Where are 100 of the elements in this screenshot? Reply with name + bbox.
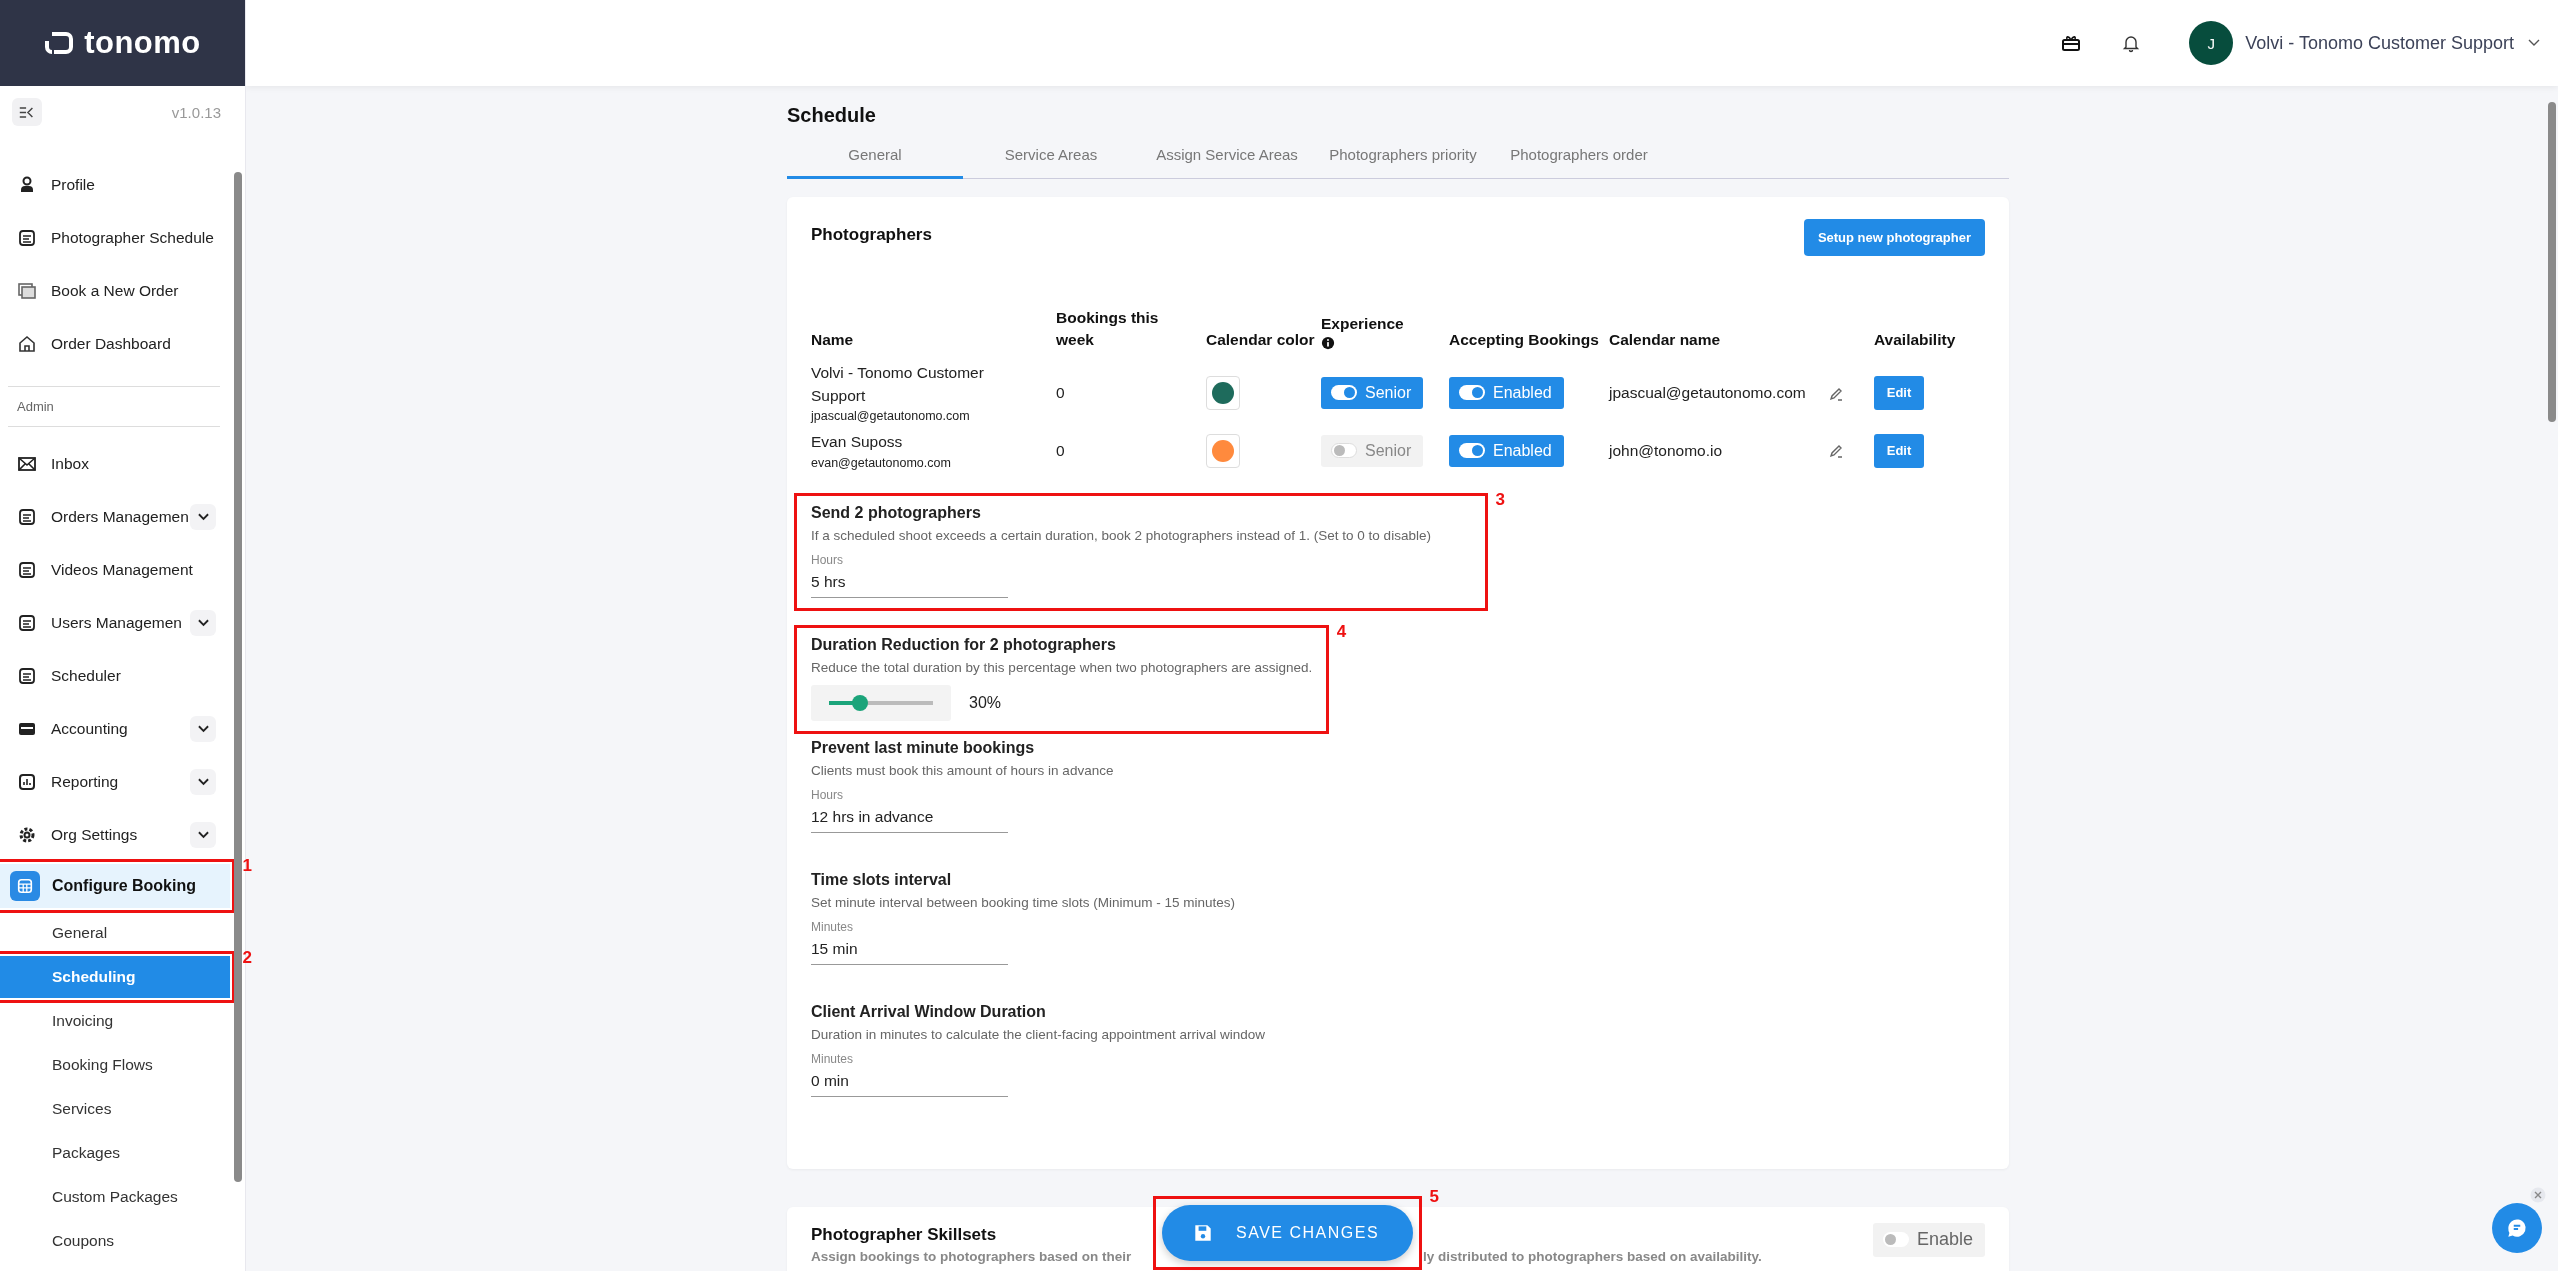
sidebar-item[interactable]: Inbox: [0, 437, 230, 490]
setting-description: ly distributed to photographers based on availability.: [1423, 1248, 1762, 1264]
calendar-icon: [10, 871, 40, 901]
sidebar-subitem[interactable]: Packages: [0, 1131, 230, 1175]
section-title: Photographer Skillsets: [811, 1224, 997, 1245]
sidebar-subitem[interactable]: Services: [0, 1087, 230, 1131]
scrollbar[interactable]: [234, 172, 242, 1182]
edit-button[interactable]: Edit: [1874, 433, 1924, 468]
expand-button[interactable]: [190, 609, 216, 636]
edit-button[interactable]: Edit: [1874, 375, 1924, 410]
tab[interactable]: Photographers order: [1491, 133, 1667, 179]
house-icon: [17, 333, 37, 354]
setting-description: Reduce the total duration by this percentage when two photographers are assigned.: [811, 659, 1313, 675]
photographer-name: Volvi - Tonomo Customer Support: [811, 363, 985, 406]
experience-toggle[interactable]: Senior: [1321, 376, 1424, 409]
setting-description: Clients must book this amount of hours in advance: [811, 762, 1114, 778]
sidebar-item[interactable]: Org Settings: [0, 808, 230, 861]
sidebar-item[interactable]: Orders Managemen: [0, 490, 230, 543]
sidebar-subitem[interactable]: Coupons: [0, 1219, 230, 1263]
annotation-number: 2: [242, 948, 252, 968]
column-header: Bookings this week: [1056, 308, 1160, 350]
sidebar-subitem[interactable]: General: [0, 911, 230, 955]
photographer-name: Evan Suposs: [811, 432, 904, 453]
pencil-icon[interactable]: [1828, 385, 1844, 402]
accepting-toggle[interactable]: Enabled: [1449, 434, 1564, 467]
input-field[interactable]: Minutes 0 min: [811, 1051, 1008, 1097]
color-picker[interactable]: [1206, 375, 1240, 410]
input-field[interactable]: Hours 5 hrs: [811, 552, 1008, 598]
chevron-icon: [197, 777, 209, 786]
expand-button[interactable]: [190, 503, 216, 530]
column-header: Calendar color: [1206, 329, 1315, 350]
tab[interactable]: General: [787, 133, 963, 179]
chevron-icon: [197, 724, 209, 733]
chat-button[interactable]: [2492, 1203, 2542, 1253]
annotation-number: 5: [1429, 1187, 1440, 1207]
expand-button[interactable]: [190, 768, 216, 795]
setup-photographer-button[interactable]: Setup new photographer: [1803, 219, 1985, 256]
sidebar-item[interactable]: Profile: [0, 158, 230, 211]
table-cell-text: jpascual@getautonomo.com: [1609, 383, 1807, 402]
annotation-number: 4: [1336, 621, 1347, 642]
setting-title: Prevent last minute bookings: [811, 738, 1036, 757]
sidebar-item[interactable]: Configure Booking: [0, 864, 230, 908]
table-cell-text: john@tonomo.io: [1609, 441, 1724, 460]
collapse-sidebar-button[interactable]: [12, 98, 42, 126]
table-cell: 0: [1056, 441, 1065, 459]
schedule-icon: [17, 227, 37, 248]
photographer-email: jpascual@getautonomo.com: [811, 409, 971, 424]
tab[interactable]: Photographers priority: [1315, 133, 1491, 179]
scrollbar[interactable]: [2548, 102, 2556, 422]
logo-icon: [44, 31, 75, 55]
color-picker[interactable]: [1206, 433, 1240, 468]
input-field[interactable]: Hours 12 hrs in advance: [811, 787, 1008, 833]
setting-title: Duration Reduction for 2 photographers: [811, 635, 1117, 654]
schedule-icon: [17, 665, 37, 686]
setting-title: Send 2 photographers: [811, 503, 982, 522]
sidebar-subitem[interactable]: Custom Packages: [0, 1175, 230, 1219]
sidebar-item[interactable]: Photographer Schedule: [0, 211, 230, 264]
gift-icon[interactable]: [2061, 33, 2082, 53]
accepting-toggle[interactable]: Enabled: [1449, 376, 1564, 409]
sidebar-item[interactable]: Accounting: [0, 702, 230, 755]
expand-button[interactable]: [190, 715, 216, 742]
slider-value: 30%: [969, 693, 1002, 712]
setting-description: Duration in minutes to calculate the client-facing appointment arrival window: [811, 1026, 1265, 1042]
setting-description: Assign bookings to photographers based on their: [811, 1248, 1133, 1264]
sidebar-subitem[interactable]: Invoicing: [0, 999, 230, 1043]
expand-button[interactable]: [190, 821, 216, 848]
input-field[interactable]: Minutes 15 min: [811, 919, 1008, 965]
sidebar-item[interactable]: Book a New Order: [0, 264, 230, 317]
setting-description: Set minute interval between booking time slots (Minimum - 15 minutes): [811, 894, 1235, 910]
column-header: Accepting Bookings: [1449, 329, 1599, 350]
close-icon[interactable]: [2530, 1187, 2546, 1203]
setting-title: Client Arrival Window Duration: [811, 1002, 1047, 1021]
column-header: Experience: [1321, 313, 1404, 334]
sidebar-item[interactable]: Reporting: [0, 755, 230, 808]
page-title: Schedule: [787, 104, 877, 127]
enable-toggle[interactable]: Enable: [1872, 1222, 1985, 1257]
collapse-icon: [18, 105, 36, 119]
picture-icon: [17, 280, 37, 301]
caret-icon[interactable]: [2528, 39, 2540, 47]
info-icon[interactable]: [1321, 336, 1335, 351]
user-avatar[interactable]: J: [2189, 21, 2234, 65]
chevron-icon: [197, 618, 209, 627]
setting-description: If a scheduled shoot exceeds a certain duration, book 2 photographers instead of 1. (Set to 0 to disable): [811, 527, 1432, 543]
tab[interactable]: Assign Service Areas: [1139, 133, 1315, 179]
column-header: Name: [811, 329, 854, 350]
user-name[interactable]: Volvi - Tonomo Customer Support: [2245, 32, 2514, 54]
table-cell: 0: [1056, 383, 1065, 401]
save-changes-button[interactable]: SAVE CHANGES: [1162, 1205, 1414, 1261]
chevron-icon: [197, 512, 209, 521]
setting-title: Time slots interval: [811, 870, 953, 889]
sidebar-item[interactable]: Scheduler: [0, 649, 230, 702]
column-header: Availability: [1874, 329, 1956, 350]
sidebar-item[interactable]: Users Managemen: [0, 596, 230, 649]
sidebar-item[interactable]: Videos Management: [0, 543, 230, 596]
sidebar-subitem[interactable]: Scheduling: [0, 956, 230, 998]
tab[interactable]: Service Areas: [963, 133, 1139, 179]
pencil-icon[interactable]: [1828, 443, 1844, 460]
sidebar-item[interactable]: Order Dashboard: [0, 317, 230, 370]
annotation-number: 3: [1495, 489, 1505, 510]
sidebar-subitem[interactable]: Booking Flows: [0, 1043, 230, 1087]
